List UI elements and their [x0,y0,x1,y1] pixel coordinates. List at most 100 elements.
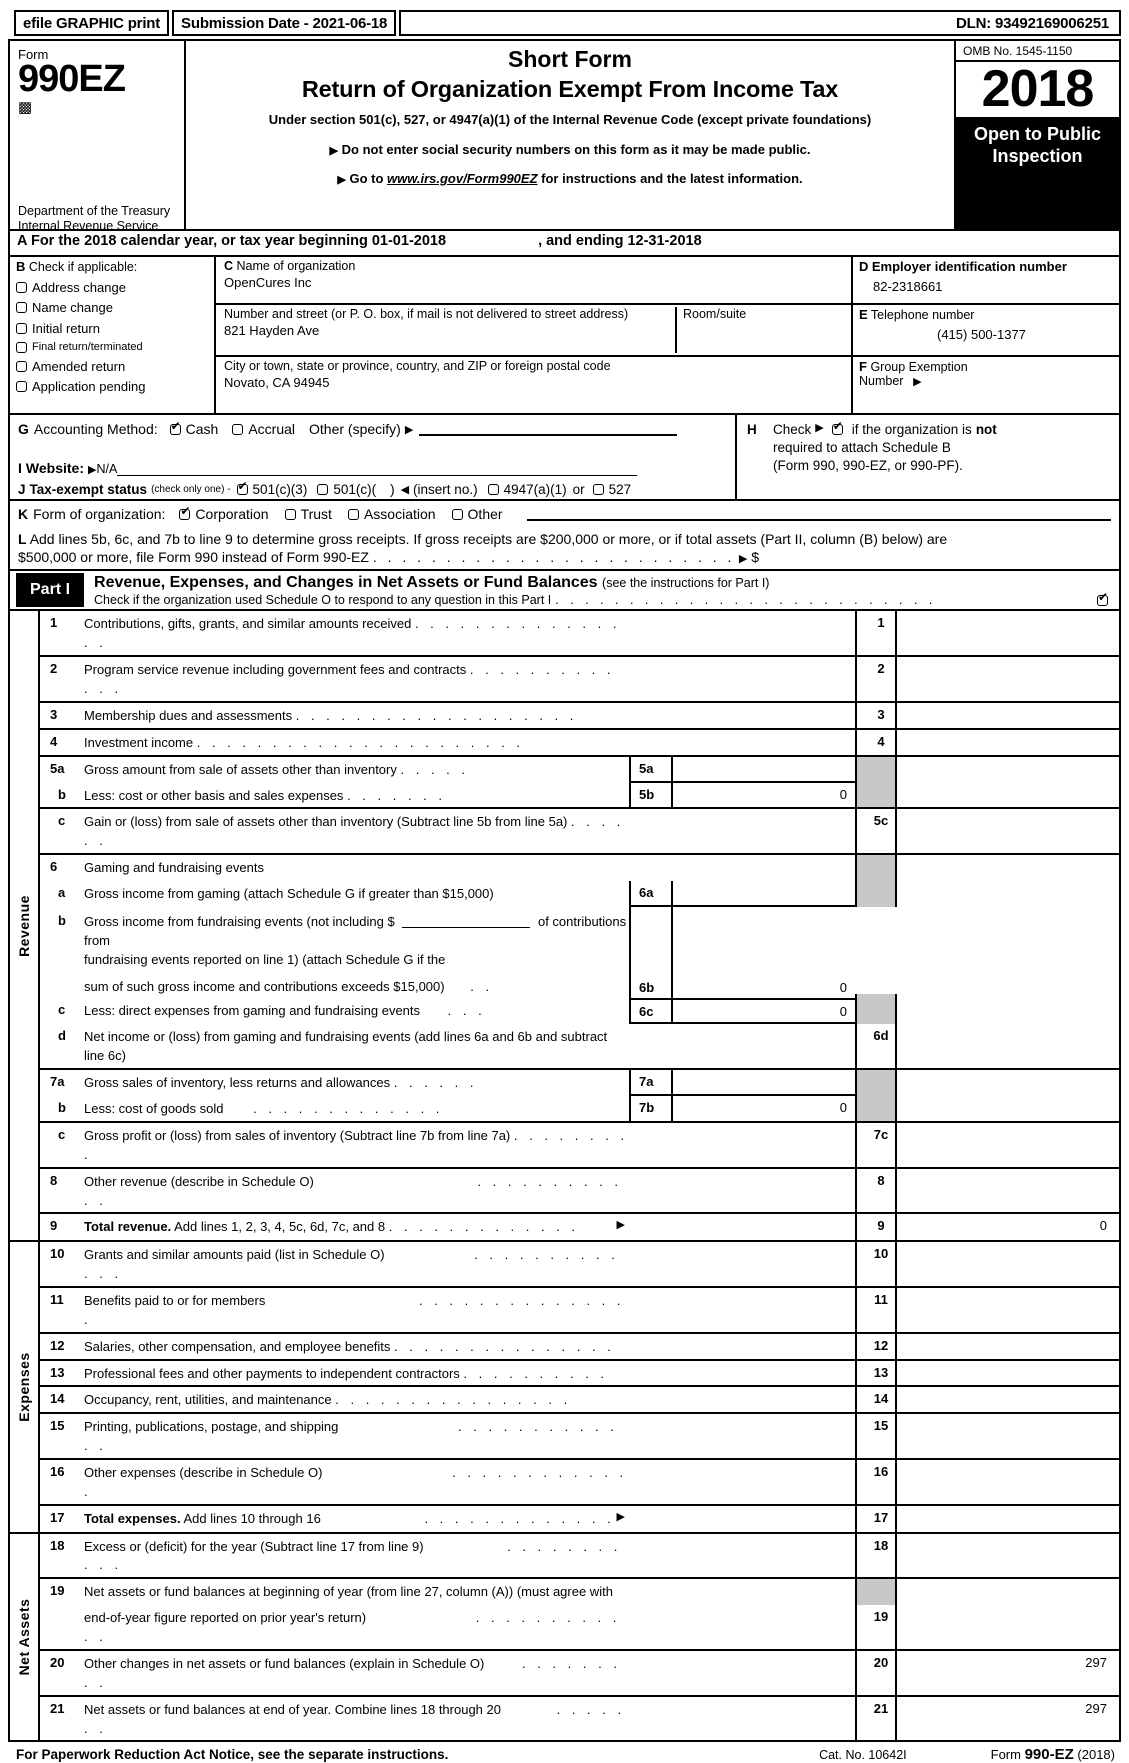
line-value[interactable] [897,1070,1119,1096]
line-description-text: Net assets or fund balances at beginning… [84,1584,613,1600]
checkbox-icon[interactable] [16,302,27,313]
mid-spacer [629,611,855,655]
line-value[interactable] [897,657,1119,701]
line-value[interactable] [897,1361,1119,1386]
group-exemption-number-label: Number [859,374,904,388]
mid-line-ref: 6c [631,1000,673,1023]
mid-line-value[interactable] [673,881,855,905]
mid-line-value[interactable]: 0 [673,1000,855,1022]
fundraising-amount-input[interactable] [402,916,531,929]
paperwork-notice: For Paperwork Reduction Act Notice, see … [16,1747,449,1763]
line-number [40,1605,82,1649]
checkbox-association[interactable]: Association [347,506,436,522]
checkbox-icon[interactable] [347,508,359,520]
accounting-other-input[interactable] [419,423,678,436]
form-number: 990EZ [18,58,126,100]
line-value[interactable]: 0 [897,1214,1119,1240]
mid-line-value[interactable]: 0 [673,783,855,808]
line-value[interactable] [897,1123,1119,1167]
checkbox-icon[interactable] [592,484,604,495]
line-value[interactable] [897,1414,1119,1458]
line-value[interactable] [897,1460,1119,1504]
line-value[interactable] [897,611,1119,655]
line-description-text: end-of-year figure reported on prior yea… [84,1610,367,1626]
table-row: 19 Net assets or fund balances at beginn… [40,1579,1119,1606]
checkbox-icon[interactable] [16,281,27,293]
checkbox-icon[interactable] [16,322,27,334]
mid-line-value[interactable] [673,757,855,781]
fundraising-text-3: fundraising events reported on line 1) (… [84,951,446,967]
checkbox-501c-other[interactable]: 501(c)( ) [317,482,395,497]
line-value[interactable] [897,730,1119,755]
line-value[interactable] [897,703,1119,728]
line-value[interactable] [897,809,1119,853]
checkbox-icon[interactable] [169,420,181,435]
line-number: c [58,1002,66,1018]
box-c-key: C [224,259,234,273]
checkbox-label: Name change [32,300,113,315]
line-value[interactable]: 297 [897,1697,1119,1741]
checkbox-application-pending[interactable]: Application pending [16,379,214,394]
checkbox-corporation[interactable]: Corporation [179,505,269,522]
mid-line-value[interactable] [673,1070,855,1094]
form-of-org-other-input[interactable] [526,508,1111,521]
line-value[interactable] [897,1096,1119,1121]
box-g-i-j: G Accounting Method: Cash Accrual Other … [10,415,737,499]
line-value[interactable] [897,1334,1119,1359]
line-number: 1 [50,615,58,631]
checkbox-527[interactable]: 527 [592,482,631,497]
checkbox-501c3[interactable]: 501(c)(3) [236,480,307,497]
line-value[interactable] [897,783,1119,808]
line-value[interactable] [897,1288,1119,1332]
website-input[interactable] [117,461,638,476]
box-g-key: G [18,421,29,437]
checkbox-cash[interactable]: Cash [169,420,218,437]
line-value[interactable] [897,1024,1119,1068]
line-value[interactable] [897,1579,1119,1605]
checkbox-icon[interactable] [284,508,296,520]
checkbox-icon[interactable] [1097,591,1108,606]
checkbox-address-change[interactable]: Address change [16,280,214,295]
checkbox-other-org[interactable]: Other [451,506,503,522]
line-value[interactable] [897,1605,1119,1649]
checkbox-icon[interactable] [16,360,27,372]
line-value[interactable] [897,1506,1119,1532]
line-description: Benefits paid to or for members . . . . … [82,1288,629,1332]
checkbox-icon[interactable] [179,505,190,520]
checkbox-accrual[interactable]: Accrual [232,421,295,437]
checkbox-amended-return[interactable]: Amended return [16,359,214,374]
checkbox-icon[interactable] [487,484,499,495]
box-l-text2: $500,000 or more, file Form 990 instead … [18,549,369,566]
table-row: 11 Benefits paid to or for members . . .… [40,1288,1119,1334]
checkbox-4947a1[interactable]: 4947(a)(1) [487,482,567,497]
line-value[interactable] [897,1242,1119,1286]
vertical-label-text: Net Assets [16,1598,32,1676]
checkbox-icon[interactable] [317,484,329,495]
checkbox-icon[interactable] [232,423,244,435]
checkbox-icon[interactable] [236,480,248,495]
checkbox-icon[interactable] [16,381,27,392]
line-value[interactable] [897,855,1119,881]
checkbox-icon[interactable] [831,420,843,435]
mid-line-value[interactable]: 0 [673,1096,855,1121]
line-description-bold: Total expenses. [84,1510,181,1526]
line-value[interactable] [897,881,1119,907]
line-value[interactable]: 297 [897,1651,1119,1695]
mid-line-value[interactable]: 0 [673,976,855,998]
table-row: 16 Other expenses (describe in Schedule … [40,1459,1119,1506]
line-value[interactable] [897,1169,1119,1213]
line-value[interactable] [897,1534,1119,1578]
checkbox-trust[interactable]: Trust [284,506,332,522]
checkbox-final-return-terminated[interactable]: Final return/terminated [16,341,214,353]
or-label: or [572,482,585,497]
irs-form990ez-link[interactable]: www.irs.gov/Form990EZ [387,171,538,186]
line-value[interactable] [897,757,1119,783]
line-value[interactable] [897,998,1119,1024]
checkbox-name-change[interactable]: Name change [16,300,214,315]
line-description: Net assets or fund balances at end of ye… [82,1697,629,1741]
line-value[interactable] [897,1387,1119,1412]
checkbox-icon[interactable] [16,341,27,353]
checkbox-icon[interactable] [451,508,463,520]
line-number: 11 [50,1292,64,1308]
checkbox-initial-return[interactable]: Initial return [16,321,214,336]
